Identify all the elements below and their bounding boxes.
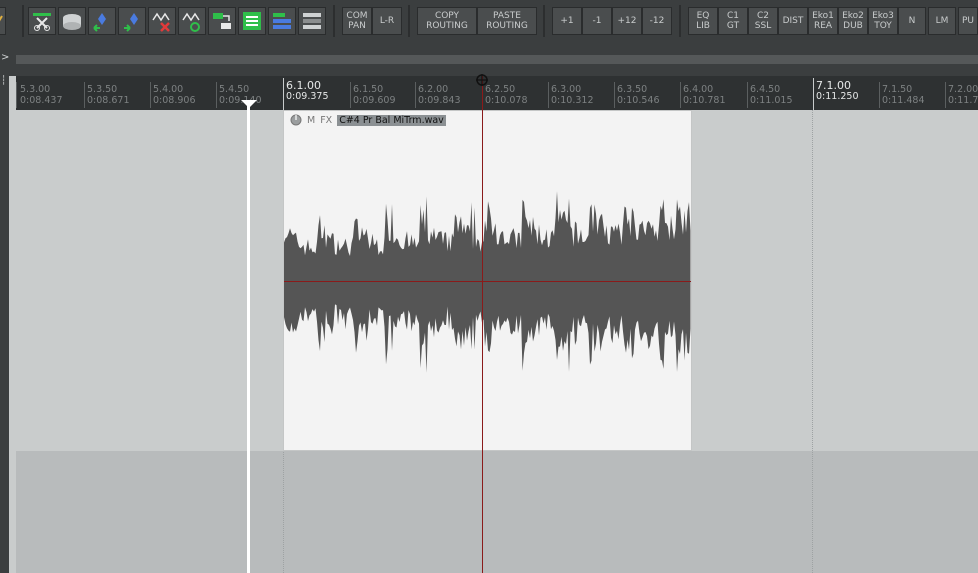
copy-routing-button[interactable]: COPY ROUTING [417, 7, 477, 35]
transpose-plus12-button[interactable]: +12 [612, 7, 642, 35]
ruler-tick: 6.3.50 0:10.546 [617, 84, 660, 106]
dist-button[interactable]: DIST [778, 7, 808, 35]
c1-gt-button[interactable]: C1 GT [718, 7, 748, 35]
grid-line [812, 110, 814, 573]
drum-icon[interactable] [58, 7, 86, 35]
ruler-tick: 6.4.50 0:11.015 [750, 84, 793, 106]
transpose-minus1-button[interactable]: -1 [582, 7, 612, 35]
c2-ssl-button[interactable]: C2 SSL [748, 7, 778, 35]
track-move-icon[interactable] [208, 7, 236, 35]
insert-track-icon[interactable] [238, 7, 266, 35]
move-cursor-icon [476, 74, 488, 86]
pencil-icon[interactable] [0, 7, 6, 35]
ruler-tick: 6.2.00 0:09.843 [418, 84, 461, 106]
remove-stretch-icon[interactable] [148, 7, 176, 35]
refresh-stretch-icon[interactable] [178, 7, 206, 35]
media-item[interactable]: M FX C#4 Pr Bal MiTrm.wav [283, 110, 692, 451]
ruler-tick: 5.3.00 0:08.437 [20, 84, 63, 106]
pu-button[interactable]: PU [958, 7, 978, 35]
ruler-tick: 6.2.50 0:10.078 [485, 84, 528, 106]
transpose-plus1-button[interactable]: +1 [552, 7, 582, 35]
track-folder-icon[interactable] [298, 7, 326, 35]
ruler-tick: 6.3.00 0:10.312 [551, 84, 594, 106]
ruler-tick: 7.2.00 0:11.7 [948, 84, 978, 106]
eq-lib-button[interactable]: EQ LIB [688, 7, 718, 35]
n-button[interactable]: N [898, 7, 926, 35]
nudge-left-icon[interactable] [88, 7, 116, 35]
transpose-minus12-button[interactable]: -12 [642, 7, 672, 35]
horizontal-scrollbar[interactable] [16, 55, 978, 64]
playhead[interactable] [482, 76, 483, 573]
ruler-tick-major: 6.1.00 0:09.375 [286, 79, 329, 102]
eko1-rea-button[interactable]: Eko1 REA [808, 7, 838, 35]
waveform-center-line [284, 281, 691, 282]
ruler-tick: 5.3.50 0:08.671 [87, 84, 130, 106]
track-panel-edge: > ┆ [0, 52, 9, 573]
l-r-button[interactable]: L-R [372, 7, 402, 35]
main-toolbar: COM PAN L-R COPY ROUTING PASTE ROUTING +… [0, 0, 978, 52]
ruler-tick: 6.4.00 0:10.781 [683, 84, 726, 106]
timeline-ruler[interactable]: 5.3.00 0:08.437 5.3.50 0:08.671 5.4.00 0:08… [16, 76, 978, 110]
ruler-tick: 5.4.00 0:08.906 [153, 84, 196, 106]
scissors-icon[interactable] [28, 7, 56, 35]
eko2-dub-button[interactable]: Eko2 DUB [838, 7, 868, 35]
empty-track-area[interactable] [16, 451, 978, 573]
nudge-right-icon[interactable] [118, 7, 146, 35]
compan-button[interactable]: COM PAN [342, 7, 372, 35]
ruler-tick: 7.1.50 0:11.484 [882, 84, 925, 106]
ruler-tick-major: 7.1.00 0:11.250 [816, 79, 859, 102]
lm-button[interactable]: LM [928, 7, 956, 35]
ruler-tick: 6.1.50 0:09.609 [353, 84, 396, 106]
paste-routing-button[interactable]: PASTE ROUTING [477, 7, 537, 35]
track-list-icon[interactable] [268, 7, 296, 35]
edit-cursor-marker[interactable] [241, 100, 257, 108]
edit-cursor[interactable] [247, 100, 250, 573]
eko3-toy-button[interactable]: Eko3 TOY [868, 7, 898, 35]
expand-arrow-icon[interactable]: > [1, 52, 9, 63]
grip-icon[interactable]: ┆ [1, 76, 6, 86]
